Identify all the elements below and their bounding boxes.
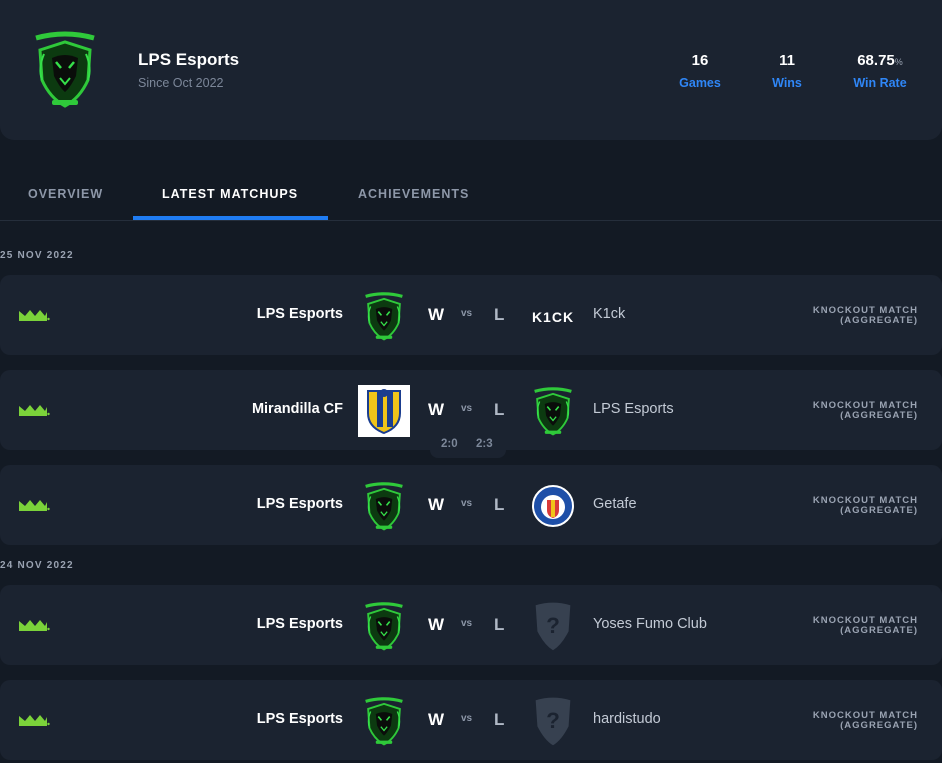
- away-result: L: [494, 305, 505, 324]
- home-team-name[interactable]: Mirandilla CF: [252, 401, 343, 417]
- home-result: W: [428, 305, 445, 324]
- active-tab-indicator: [133, 216, 328, 220]
- vs-label: vs: [461, 403, 473, 414]
- vs-label: vs: [461, 498, 473, 509]
- away-team-name[interactable]: LPS Esports: [593, 401, 674, 417]
- crown-icon: [18, 403, 50, 417]
- date-heading: 25 NOV 2022: [0, 250, 74, 261]
- tab-achievements[interactable]: ACHIEVEMENTS: [358, 187, 469, 201]
- crown-icon: [18, 618, 50, 632]
- home-team-logo[interactable]: [358, 385, 410, 437]
- match-row[interactable]: LPS Esports W vs L ? Yoses Fumo Club KNO…: [0, 585, 942, 665]
- match-type: KNOCKOUT MATCH (AGGREGATE): [812, 400, 918, 421]
- svg-text:?: ?: [546, 708, 560, 733]
- home-team-name[interactable]: LPS Esports: [257, 496, 343, 512]
- match-type: KNOCKOUT MATCH (AGGREGATE): [812, 615, 918, 636]
- home-result: W: [428, 495, 445, 514]
- away-team-name[interactable]: K1ck: [593, 306, 625, 322]
- home-team-logo[interactable]: [358, 695, 410, 747]
- home-team-name[interactable]: LPS Esports: [257, 711, 343, 727]
- team-logo: [30, 28, 100, 110]
- unknown-team-shield-icon[interactable]: ?: [527, 695, 579, 747]
- tab-bar: OVERVIEW LATEST MATCHUPS ACHIEVEMENTS: [0, 160, 942, 221]
- match-type: KNOCKOUT MATCH (AGGREGATE): [812, 305, 918, 326]
- svg-text:K1CK: K1CK: [532, 309, 574, 325]
- away-result: L: [494, 400, 505, 419]
- team-name: LPS Esports: [138, 50, 240, 69]
- match-row[interactable]: LPS Esports W vs L ? hardistudo KNOCKOUT…: [0, 680, 942, 760]
- home-result: W: [428, 615, 445, 634]
- away-team-name[interactable]: hardistudo: [593, 711, 661, 727]
- match-type: KNOCKOUT MATCH (AGGREGATE): [812, 495, 918, 516]
- away-team-name[interactable]: Yoses Fumo Club: [593, 616, 707, 632]
- stat-wins-value: 11: [779, 52, 795, 69]
- home-team-name[interactable]: LPS Esports: [257, 306, 343, 322]
- home-team-logo[interactable]: [358, 290, 410, 342]
- aggregate-score: 2:0 2:3: [430, 432, 506, 458]
- home-team-logo[interactable]: [358, 600, 410, 652]
- away-result: L: [494, 710, 505, 729]
- away-team-logo[interactable]: [527, 480, 579, 532]
- aggregate-home: 2:0: [441, 438, 458, 450]
- stat-wins-label: Wins: [772, 76, 802, 90]
- away-result: L: [494, 495, 505, 514]
- match-row[interactable]: LPS Esports W vs L K1CK K1ck KNOCKOUT MA…: [0, 275, 942, 355]
- tab-latest-matchups[interactable]: LATEST MATCHUPS: [162, 187, 298, 201]
- away-team-logo[interactable]: K1CK: [527, 290, 579, 342]
- stat-games-label: Games: [679, 76, 721, 90]
- vs-label: vs: [461, 308, 473, 319]
- crown-icon: [18, 498, 50, 512]
- date-heading: 24 NOV 2022: [0, 560, 74, 571]
- away-team-name[interactable]: Getafe: [593, 496, 637, 512]
- home-result: W: [428, 400, 445, 419]
- away-team-logo[interactable]: [527, 385, 579, 437]
- vs-label: vs: [461, 713, 473, 724]
- vs-label: vs: [461, 618, 473, 629]
- stat-win-rate-label: Win Rate: [853, 76, 907, 90]
- crown-icon: [18, 308, 50, 322]
- away-result: L: [494, 615, 505, 634]
- crown-icon: [18, 713, 50, 727]
- team-since: Since Oct 2022: [138, 76, 224, 90]
- home-team-logo[interactable]: [358, 480, 410, 532]
- home-result: W: [428, 710, 445, 729]
- unknown-team-shield-icon[interactable]: ?: [527, 600, 579, 652]
- team-header-card: LPS Esports Since Oct 2022 16 Games 11 W…: [0, 0, 942, 140]
- stat-win-rate-value: 68.75%: [857, 52, 903, 69]
- aggregate-away: 2:3: [476, 438, 493, 450]
- match-row[interactable]: LPS Esports W vs L Getafe KNOCKOUT MATCH…: [0, 465, 942, 545]
- tab-overview[interactable]: OVERVIEW: [28, 187, 103, 201]
- stat-games-value: 16: [691, 52, 709, 69]
- home-team-name[interactable]: LPS Esports: [257, 616, 343, 632]
- stat-games: 16 Games: [676, 52, 724, 90]
- stat-wins: 11 Wins: [764, 52, 810, 90]
- stat-win-rate: 68.75% Win Rate: [846, 52, 914, 90]
- svg-text:?: ?: [546, 613, 560, 638]
- match-type: KNOCKOUT MATCH (AGGREGATE): [812, 710, 918, 731]
